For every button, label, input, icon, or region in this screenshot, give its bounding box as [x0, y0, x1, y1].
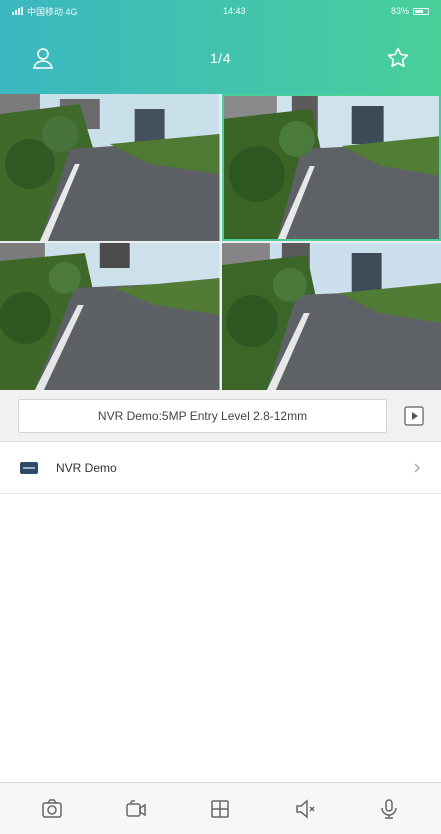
camera-name-label[interactable]: NVR Demo:5MP Entry Level 2.8-12mm [18, 398, 387, 433]
mute-button[interactable] [285, 789, 325, 829]
status-bar: 中国移动 4G 14:43 83% [0, 0, 441, 22]
mic-icon [381, 798, 397, 819]
fullscreen-icon [404, 405, 424, 426]
device-row-nvr-demo[interactable]: NVR Demo [0, 442, 441, 494]
grid-icon [211, 799, 230, 818]
status-left: 中国移动 4G [12, 5, 78, 18]
record-icon [126, 799, 147, 817]
bottom-toolbar [0, 782, 441, 834]
camera-feed-image [221, 94, 441, 241]
device-name: NVR Demo [56, 460, 117, 475]
user-button[interactable] [28, 43, 58, 73]
user-icon [33, 48, 53, 69]
record-button[interactable] [116, 789, 156, 829]
favorite-button[interactable] [383, 43, 413, 73]
mute-icon [295, 798, 315, 819]
fullscreen-button[interactable] [397, 399, 431, 433]
battery-percent: 83% [390, 6, 409, 16]
camera-feed-image [221, 243, 441, 390]
video-grid [0, 94, 441, 390]
battery-icon [413, 7, 429, 15]
carrier-label: 中国移动 4G [27, 6, 78, 17]
video-channel-1[interactable] [0, 94, 220, 241]
camera-name-bar: NVR Demo:5MP Entry Level 2.8-12mm [0, 390, 441, 442]
layout-button[interactable] [200, 789, 240, 829]
camera-icon [42, 798, 62, 818]
talk-button[interactable] [369, 789, 409, 829]
camera-feed-image [0, 243, 220, 390]
chevron-right-icon [414, 463, 420, 472]
clock: 14:43 [222, 6, 246, 16]
top-nav-bar: 1/4 [0, 22, 441, 94]
star-icon [387, 47, 409, 68]
video-channel-4[interactable] [221, 243, 441, 390]
device-list: NVR Demo [0, 442, 441, 782]
camera-feed-image [0, 94, 220, 241]
signal-icon [12, 7, 23, 15]
page-indicator: 1/4 [210, 50, 231, 66]
status-right: 83% [391, 6, 429, 16]
video-channel-3[interactable] [0, 243, 220, 390]
snapshot-button[interactable] [32, 789, 72, 829]
nvr-device-icon [20, 461, 38, 474]
video-channel-2[interactable] [221, 94, 441, 241]
